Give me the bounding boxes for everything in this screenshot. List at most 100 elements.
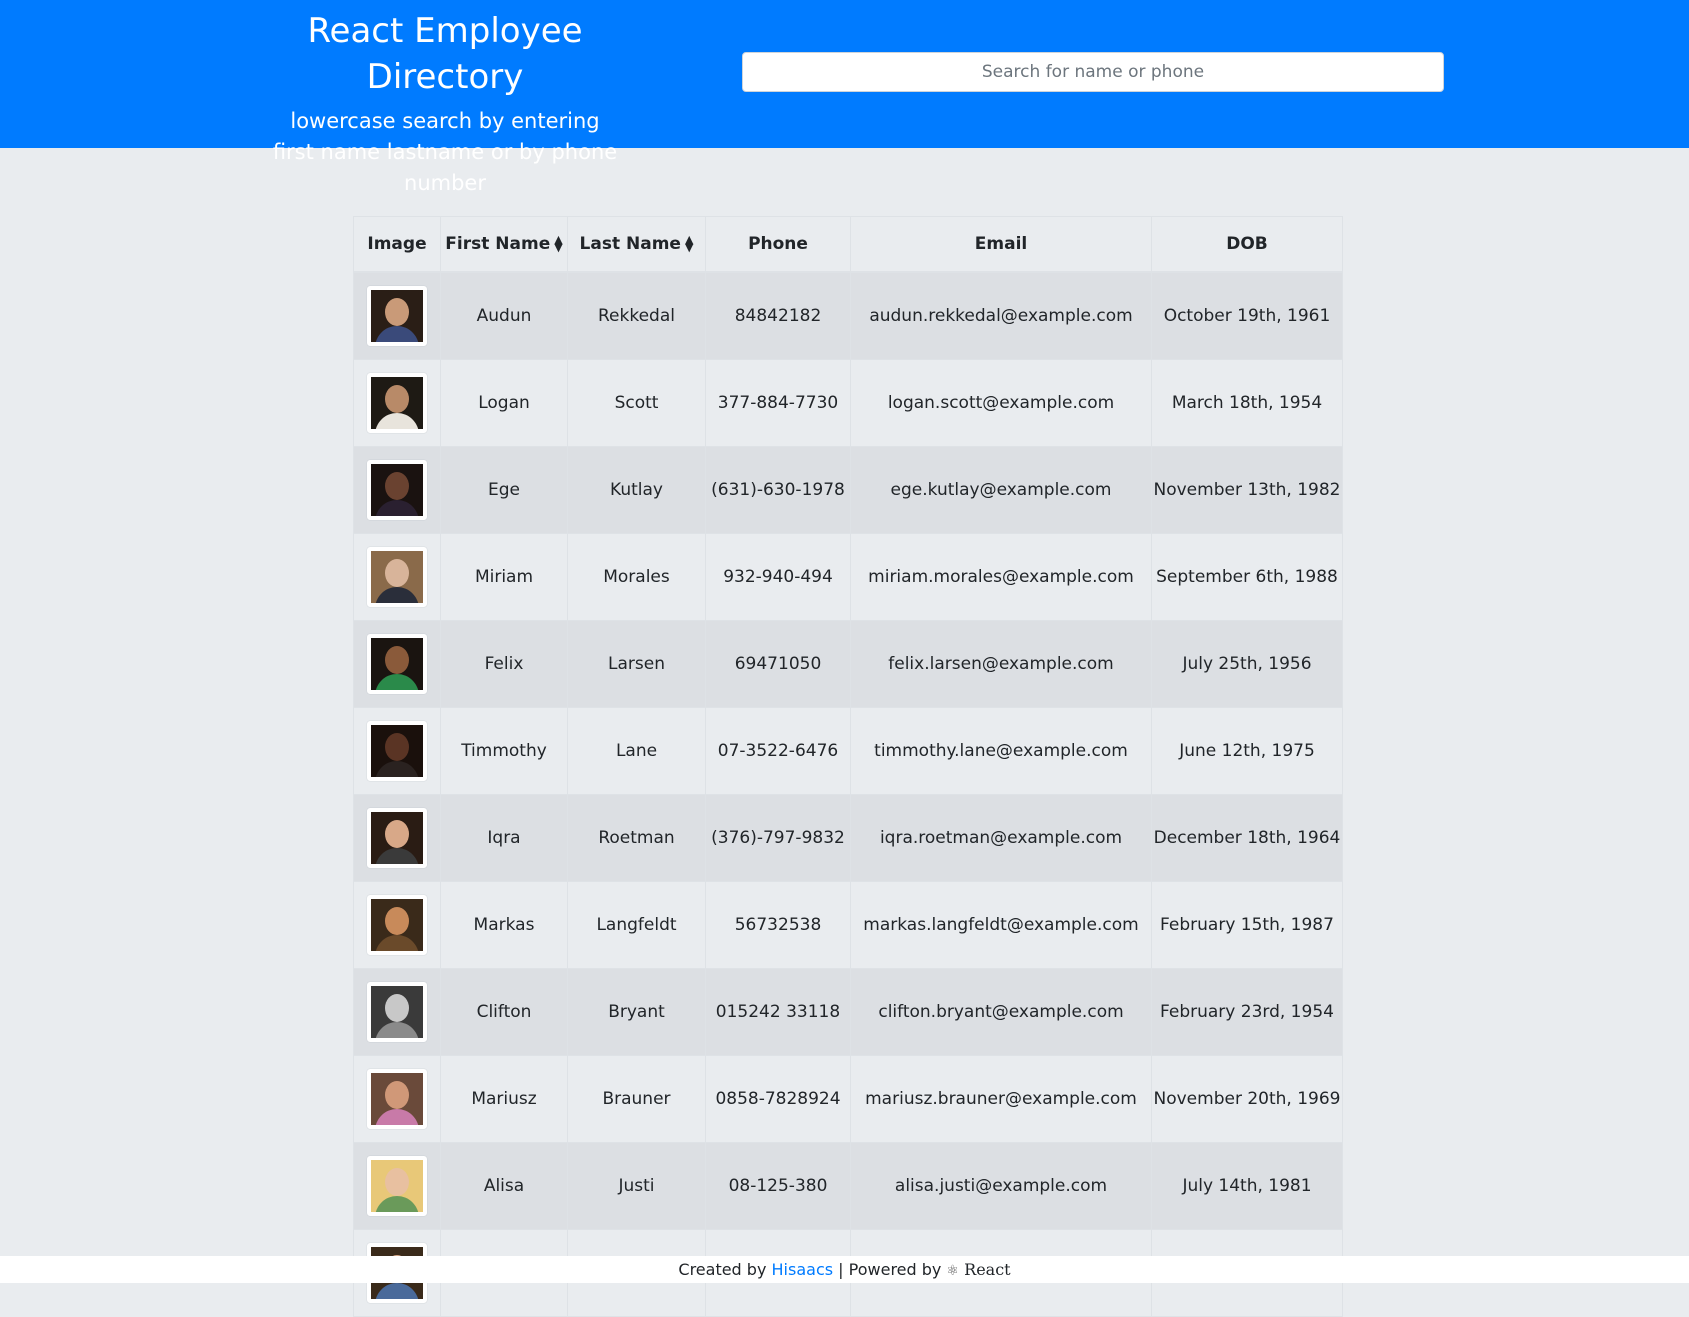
sort-icon[interactable]: ▲ ▼	[554, 234, 562, 253]
table-row: Audun Rekkedal 84842182 audun.rekkedal@exam…	[353, 271, 1343, 360]
cell-dob: November 20th, 1969	[1151, 1055, 1343, 1143]
table-row: Iqra Roetman (376)-797-9832 iqra.roetman@ex…	[353, 794, 1343, 882]
column-header-last-name[interactable]: Last Name ▲ ▼	[567, 216, 706, 273]
avatar	[367, 982, 427, 1042]
avatar-cell	[353, 533, 441, 621]
table-header-row: Image First Name ▲ ▼ Last Name ▲ ▼ Phone Ema…	[353, 216, 1343, 273]
avatar-head	[385, 472, 409, 500]
cell-phone: 932-940-494	[705, 533, 851, 621]
cell-first-name: Miriam	[440, 533, 568, 621]
avatar-body	[375, 674, 419, 690]
cell-first-name: Timmothy	[440, 707, 568, 795]
table-row: Markas Langfeldt 56732538 markas.langfeldt@…	[353, 881, 1343, 969]
column-header-phone: Phone	[705, 216, 851, 273]
cell-first-name: Ege	[440, 446, 568, 534]
footer-separator: |	[838, 1260, 844, 1279]
avatar-cell	[353, 271, 441, 360]
cell-last-name: Scott	[567, 359, 706, 447]
avatar-body	[375, 1109, 419, 1125]
cell-phone: 08-125-380	[705, 1142, 851, 1230]
cell-last-name: Langfeldt	[567, 881, 706, 969]
avatar-body	[375, 1022, 419, 1038]
cell-phone: 56732538	[705, 881, 851, 969]
avatar-head	[385, 733, 409, 761]
cell-phone: 07-3522-6476	[705, 707, 851, 795]
avatar	[367, 286, 427, 346]
table-row: Ege Kutlay (631)-630-1978 ege.kutlay@exampl…	[353, 446, 1343, 534]
avatar	[367, 1156, 427, 1216]
table-row: Alisa Justi 08-125-380 alisa.justi@example.…	[353, 1142, 1343, 1230]
table-row: Logan Scott 377-884-7730 logan.scott@exampl…	[353, 359, 1343, 447]
cell-phone: 377-884-7730	[705, 359, 851, 447]
cell-email: mariusz.brauner@example.com	[850, 1055, 1152, 1143]
sort-icon[interactable]: ▲ ▼	[685, 234, 693, 253]
avatar	[367, 547, 427, 607]
column-header-email: Email	[850, 216, 1152, 273]
footer-powered-by: Powered by	[848, 1260, 942, 1279]
avatar-head	[385, 820, 409, 848]
cell-dob: December 18th, 1964	[1151, 794, 1343, 882]
avatar	[367, 808, 427, 868]
cell-first-name: Alisa	[440, 1142, 568, 1230]
cell-dob: July 25th, 1956	[1151, 620, 1343, 708]
cell-last-name: Rekkedal	[567, 271, 706, 360]
column-header-phone-label: Phone	[748, 234, 808, 254]
cell-first-name: Markas	[440, 881, 568, 969]
cell-phone: (631)-630-1978	[705, 446, 851, 534]
avatar	[367, 373, 427, 433]
avatar-head	[385, 907, 409, 935]
table-row: Clifton Bryant 015242 33118 clifton.bryant@…	[353, 968, 1343, 1056]
cell-email: clifton.bryant@example.com	[850, 968, 1152, 1056]
cell-dob: July 14th, 1981	[1151, 1142, 1343, 1230]
cell-dob: February 15th, 1987	[1151, 881, 1343, 969]
avatar	[367, 460, 427, 520]
page-header: React Employee Directory lowercase searc…	[0, 0, 1689, 195]
author-link[interactable]: Hisaacs	[772, 1260, 834, 1279]
cell-last-name: Brauner	[567, 1055, 706, 1143]
employee-table: Image First Name ▲ ▼ Last Name ▲ ▼ Phone Ema…	[353, 216, 1343, 1317]
cell-dob: February 23rd, 1954	[1151, 968, 1343, 1056]
cell-dob: November 13th, 1982	[1151, 446, 1343, 534]
cell-dob: September 6th, 1988	[1151, 533, 1343, 621]
avatar-body	[375, 848, 419, 864]
cell-last-name: Justi	[567, 1142, 706, 1230]
avatar-cell	[353, 1055, 441, 1143]
avatar-cell	[353, 620, 441, 708]
cell-phone: (376)-797-9832	[705, 794, 851, 882]
column-header-image-label: Image	[367, 234, 427, 254]
column-header-first-name[interactable]: First Name ▲ ▼	[440, 216, 568, 273]
react-atom-icon: ⚛	[946, 1263, 960, 1279]
cell-email: felix.larsen@example.com	[850, 620, 1152, 708]
cell-email: miriam.morales@example.com	[850, 533, 1152, 621]
avatar	[367, 634, 427, 694]
avatar-head	[385, 1081, 409, 1109]
cell-dob: June 12th, 1975	[1151, 707, 1343, 795]
avatar-cell	[353, 794, 441, 882]
cell-last-name: Morales	[567, 533, 706, 621]
search-input[interactable]	[742, 52, 1444, 92]
footer-framework: React	[964, 1260, 1011, 1279]
table-body: Audun Rekkedal 84842182 audun.rekkedal@exam…	[353, 271, 1343, 1317]
subtitle-line-2: first name lastname or by phone number	[272, 140, 618, 195]
avatar-body	[375, 500, 419, 516]
avatar-head	[385, 298, 409, 326]
table-row: Mariusz Brauner 0858-7828924 mariusz.braune…	[353, 1055, 1343, 1143]
avatar-cell	[353, 881, 441, 969]
avatar-cell	[353, 446, 441, 534]
cell-last-name: Larsen	[567, 620, 706, 708]
avatar-body	[375, 1283, 419, 1299]
avatar-head	[385, 385, 409, 413]
cell-dob: October 19th, 1961	[1151, 271, 1343, 360]
avatar-head	[385, 994, 409, 1022]
cell-first-name: Audun	[440, 271, 568, 360]
column-header-email-label: Email	[974, 234, 1028, 254]
avatar-cell	[353, 359, 441, 447]
subtitle-line-1: lowercase search by entering	[290, 109, 600, 133]
footer-created-by: Created by	[678, 1260, 767, 1279]
column-header-image: Image	[353, 216, 441, 273]
avatar-body	[375, 326, 419, 342]
cell-first-name: Iqra	[440, 794, 568, 882]
avatar	[367, 721, 427, 781]
column-header-dob-label: DOB	[1226, 234, 1268, 254]
cell-email: alisa.justi@example.com	[850, 1142, 1152, 1230]
